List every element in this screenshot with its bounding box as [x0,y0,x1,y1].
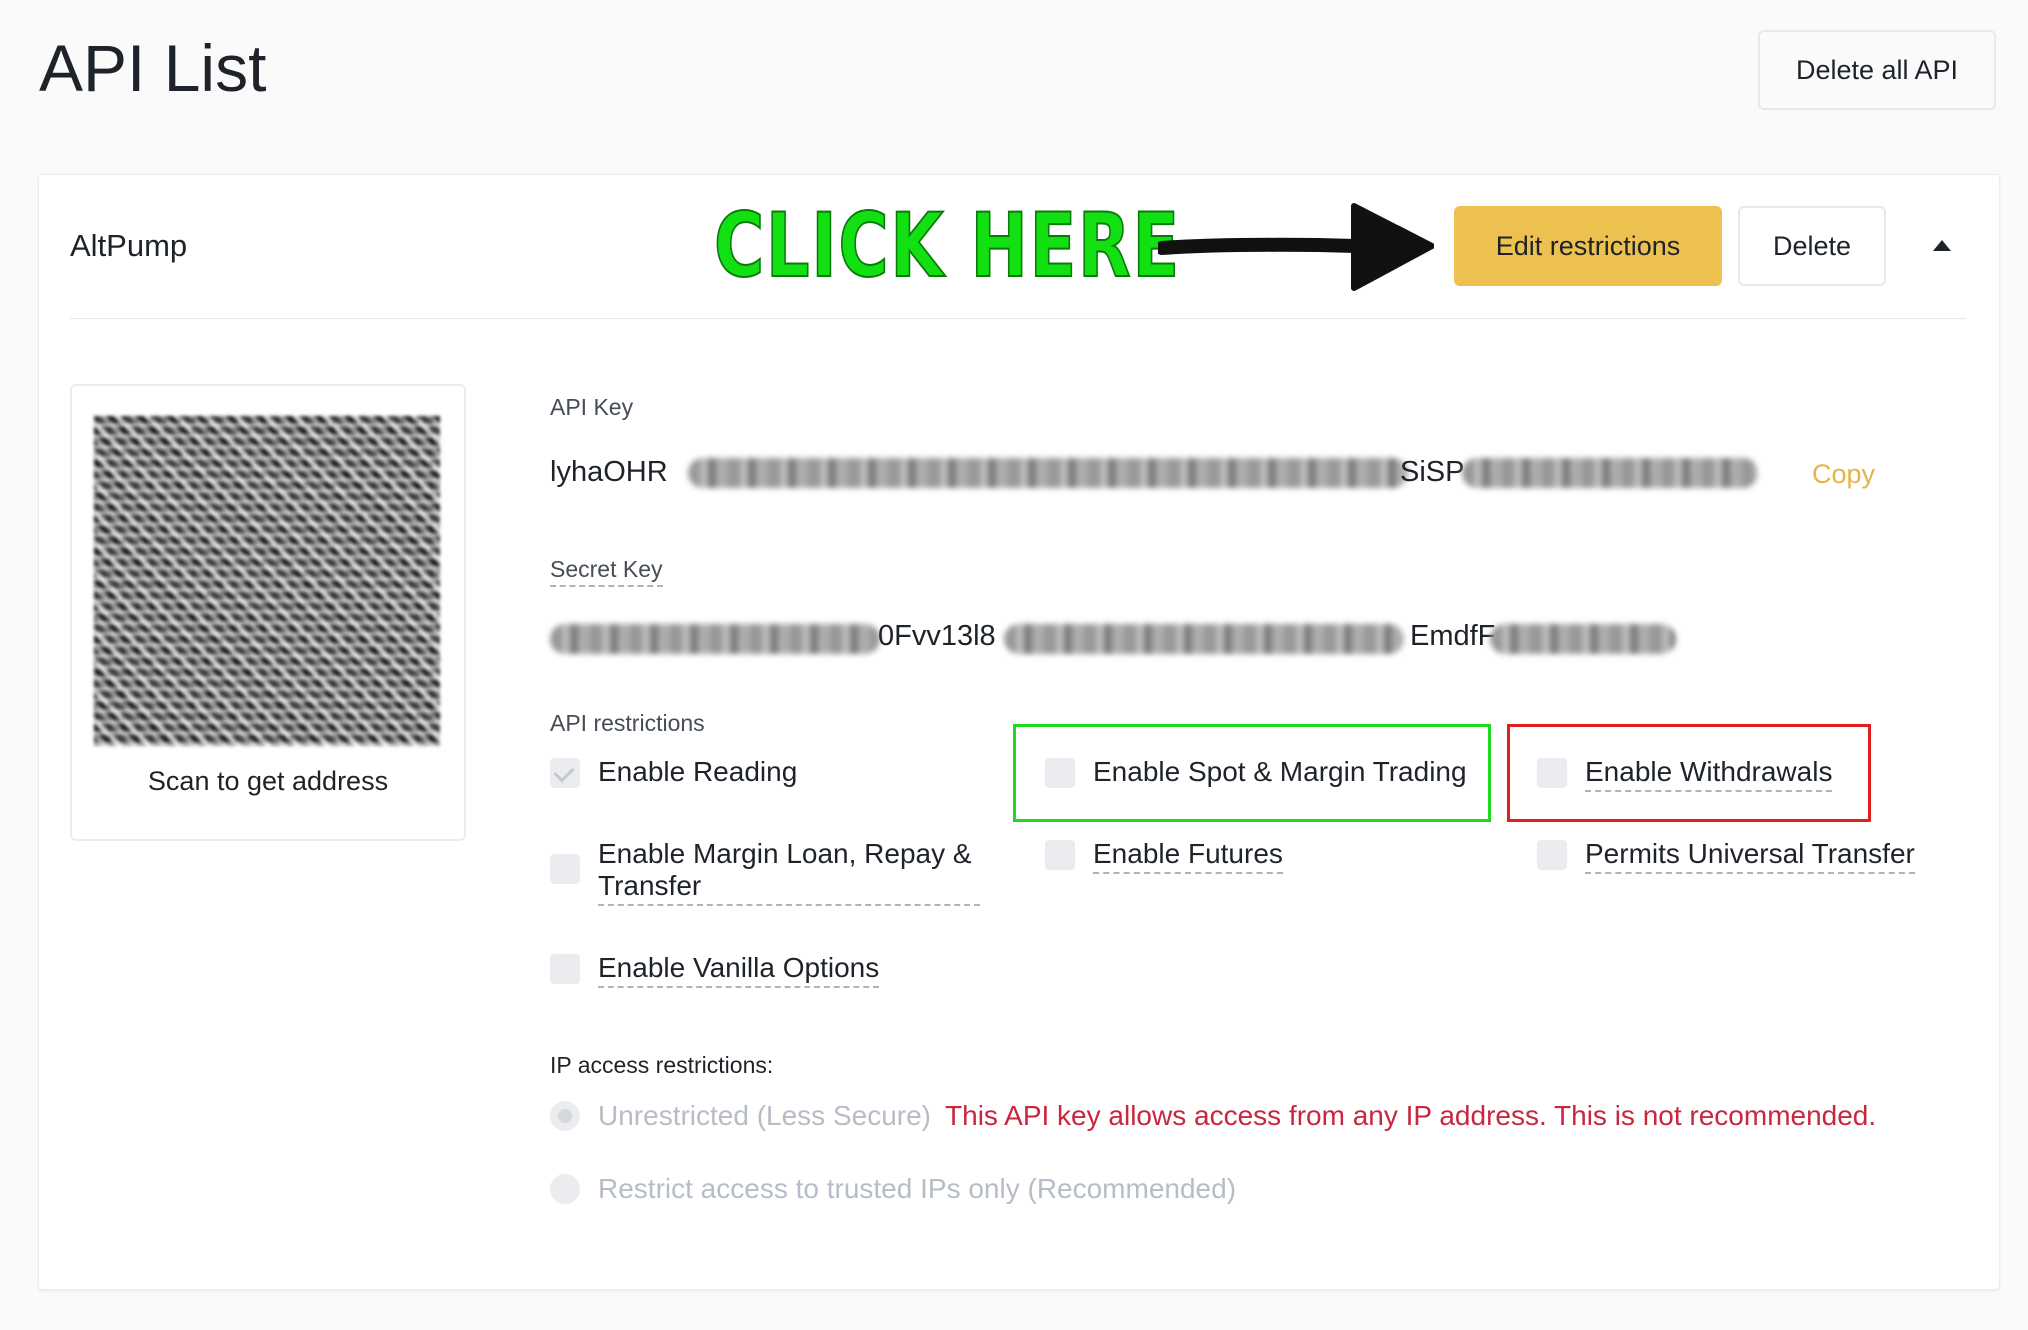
secret-key-redaction-2 [1004,624,1404,654]
ip-unrestricted-option[interactable]: Unrestricted (Less Secure) This API key … [550,1100,1876,1132]
permission-label: Enable Margin Loan, Repay & Transfer [598,838,980,906]
api-name: AltPump [70,228,188,263]
radio-button[interactable] [550,1174,580,1204]
delete-all-api-button[interactable]: Delete all API [1758,30,1996,110]
api-key-value-start: lyhaOHR [550,456,668,488]
checkbox[interactable] [1537,758,1567,788]
secret-key-value-mid: 0Fvv13l8 [878,620,996,652]
radio-button[interactable] [550,1101,580,1131]
checkbox[interactable] [1537,840,1567,870]
permission-enable-margin-loan[interactable]: Enable Margin Loan, Repay & Transfer [550,838,980,906]
secret-key-label: Secret Key [550,556,663,587]
permission-enable-withdrawals[interactable]: Enable Withdrawals [1537,756,1833,792]
permission-label: Permits Universal Transfer [1585,838,1915,874]
permission-enable-vanilla-options[interactable]: Enable Vanilla Options [550,952,880,988]
page-title: API List [39,31,267,105]
check-icon[interactable] [550,758,580,788]
edit-restrictions-button[interactable]: Edit restrictions [1454,206,1722,286]
arrow-right-icon [1158,203,1434,291]
ip-unrestricted-label: Unrestricted (Less Secure) [598,1100,932,1131]
permission-enable-futures[interactable]: Enable Futures [1045,838,1283,874]
api-key-label: API Key [550,394,634,420]
permission-enable-reading[interactable]: Enable Reading [550,756,797,788]
api-key-redaction [688,458,1408,488]
permission-universal-transfer[interactable]: Permits Universal Transfer [1537,838,1915,874]
api-restrictions-label: API restrictions [550,710,705,736]
api-key-redaction-2 [1462,458,1758,488]
secret-key-redaction-3 [1490,624,1676,654]
qr-code-panel: Scan to get address [70,384,466,841]
api-key-value-mid: SiSP [1400,456,1465,488]
ip-restrictions-label: IP access restrictions: [550,1052,774,1078]
permission-label: Enable Vanilla Options [598,952,880,988]
permission-label: Enable Futures [1093,838,1283,874]
checkbox[interactable] [1045,840,1075,870]
permission-label: Enable Withdrawals [1585,756,1833,792]
permission-label: Enable Spot & Margin Trading [1093,756,1467,787]
qr-code-image [94,416,440,746]
checkbox[interactable] [550,954,580,984]
ip-warning-text: This API key allows access from any IP a… [945,1100,1877,1131]
click-here-annotation: CLICK HERE [713,194,1181,297]
secret-key-redaction [550,624,880,654]
permission-enable-spot-margin-trading[interactable]: Enable Spot & Margin Trading [1045,756,1467,788]
qr-caption: Scan to get address [147,766,389,796]
caret-up-icon[interactable] [1930,236,1954,256]
checkbox[interactable] [550,854,580,884]
permission-label: Enable Reading [598,756,798,787]
ip-restricted-label: Restrict access to trusted IPs only (Rec… [598,1173,1237,1204]
copy-api-key-link[interactable]: Copy [1812,459,1875,490]
checkbox[interactable] [1045,758,1075,788]
ip-restricted-option[interactable]: Restrict access to trusted IPs only (Rec… [550,1173,1236,1205]
secret-key-value-end: EmdfF [1410,620,1496,652]
header-divider [70,318,1966,319]
delete-button[interactable]: Delete [1738,206,1886,286]
